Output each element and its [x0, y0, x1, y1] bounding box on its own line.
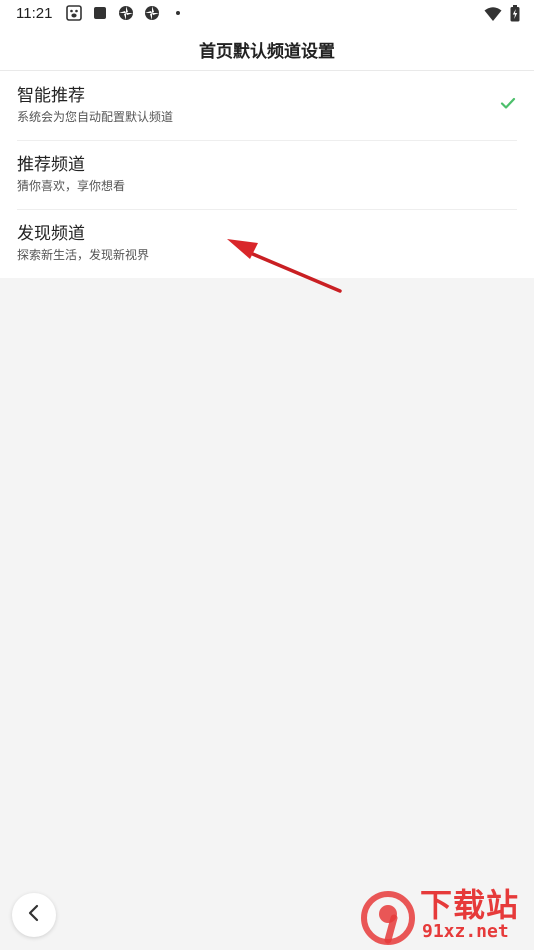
status-bar: 11:21 [0, 0, 534, 28]
watermark-logo-icon [361, 891, 415, 945]
system-icons [484, 5, 520, 26]
option-title: 推荐频道 [17, 155, 85, 175]
option-description: 猜你喜欢，享你想看 [17, 179, 126, 193]
notification-icons [66, 5, 186, 21]
option-smart-recommend[interactable]: 智能推荐 系统会为您自动配置默认频道 [0, 71, 534, 140]
option-title: 智能推荐 [17, 86, 85, 106]
option-description: 探索新生活，发现新视界 [17, 248, 150, 262]
battery-charging-icon [510, 5, 520, 26]
page-title: 首页默认频道设置 [199, 41, 335, 62]
paw-app-icon [66, 5, 82, 21]
back-button[interactable] [12, 893, 56, 937]
aperture-app-icon [118, 5, 134, 21]
wifi-icon [484, 6, 502, 26]
option-description: 系统会为您自动配置默认频道 [17, 110, 174, 124]
watermark-title: 下载站 [420, 886, 520, 924]
aperture-app-icon-2 [144, 5, 160, 21]
more-notifications-dot-icon [170, 5, 186, 21]
option-title: 发现频道 [17, 224, 85, 244]
watermark-url: 91xz.net [422, 921, 509, 942]
watermark: 下载站 91xz.net [360, 888, 530, 948]
option-recommend-channel[interactable]: 推荐频道 猜你喜欢，享你想看 [0, 140, 534, 209]
option-discover-channel[interactable]: 发现频道 探索新生活，发现新视界 [0, 209, 534, 278]
checkmark-icon [500, 95, 516, 111]
header-bar: 首页默认频道设置 [0, 28, 534, 71]
square-app-icon [92, 5, 108, 21]
channel-options-list: 智能推荐 系统会为您自动配置默认频道 推荐频道 猜你喜欢，享你想看 发现频道 探… [0, 71, 534, 278]
status-time: 11:21 [16, 5, 53, 22]
chevron-left-icon [27, 904, 41, 926]
